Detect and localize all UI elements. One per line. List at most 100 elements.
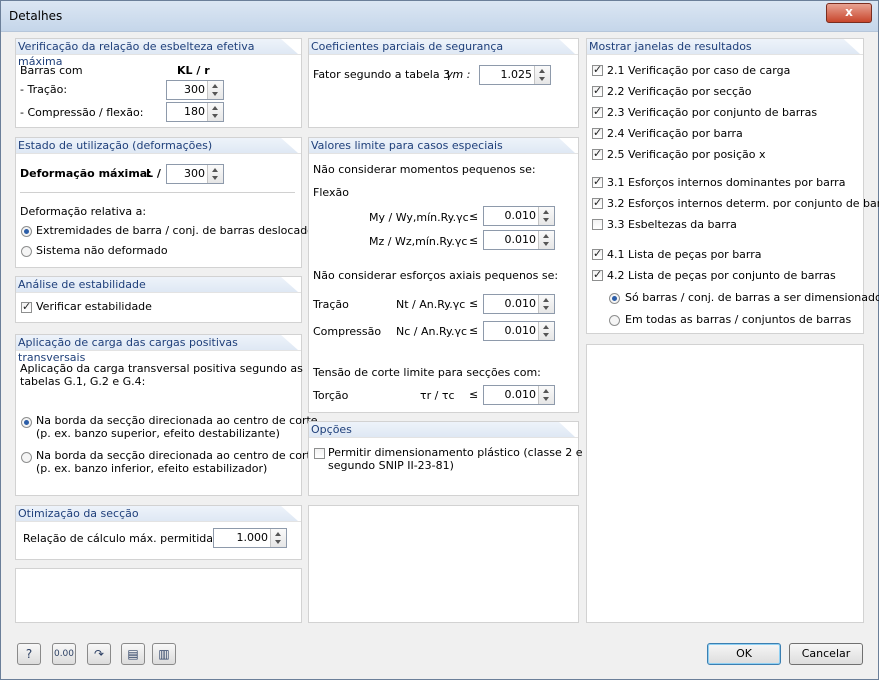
mz-le: ≤ (469, 234, 479, 247)
result-2-3-label[interactable]: 2.3 Verificação por conjunto de barras (607, 106, 817, 119)
max-ratio-label: Relação de cálculo máx. permitida: (23, 532, 217, 545)
my-formula: My / Wy,mín.Ry.γc (369, 211, 469, 224)
result-2-1-checkbox[interactable] (592, 63, 603, 76)
stability-label[interactable]: Verificar estabilidade (36, 300, 152, 313)
plastic-design-label-1[interactable]: Permitir dimensionamento plástico (class… (328, 446, 593, 459)
load-application-header: Aplicação de carga das cargas positivas … (16, 335, 301, 364)
my-limit-input[interactable]: 0.010 (483, 206, 555, 226)
result-2-3-checkbox[interactable] (592, 105, 603, 118)
result-4-1-checkbox[interactable] (592, 247, 603, 260)
nt-formula: Nt / An.Ry.γc (396, 298, 466, 311)
help-icon: ? (25, 647, 33, 661)
stabilizing-label-1[interactable]: Na borda da secção direcionada ao centro… (36, 449, 318, 462)
stabilizing-label-2[interactable]: (p. ex. banzo inferior, efeito estabiliz… (36, 462, 267, 475)
axial-tension-label: Tração (313, 298, 349, 311)
result-2-2-checkbox[interactable] (592, 84, 603, 97)
empty-panel-right (586, 344, 864, 623)
serviceability-header: Estado de utilização (deformações) (16, 138, 301, 154)
tau-formula: τr / τc (420, 389, 455, 402)
reset-defaults-icon: ↷ (93, 647, 105, 661)
slenderness-header: Verificação da relação de esbelteza efet… (16, 39, 301, 68)
safety-factors-group: Coeficientes parciais de segurança Fator… (308, 38, 579, 128)
designed-members-only-radio[interactable] (609, 293, 620, 304)
limit-values-header: Valores limite para casos especiais (309, 138, 578, 154)
ok-button[interactable]: OK (707, 643, 781, 665)
title-bar: Detalhes x (1, 1, 878, 32)
result-4-1-label[interactable]: 4.1 Lista de peças por barra (607, 248, 762, 261)
destabilizing-label-2[interactable]: (p. ex. banzo superior, efeito destabili… (36, 427, 280, 440)
reset-defaults-button[interactable]: ↷ (87, 643, 111, 665)
bending-label: Flexão (313, 186, 349, 199)
displaced-ends-radio[interactable] (21, 226, 32, 237)
undeformed-system-label[interactable]: Sistema não deformado (36, 244, 168, 257)
result-2-5-checkbox[interactable] (592, 147, 603, 160)
save-settings-button[interactable]: ▥ (152, 643, 176, 665)
relative-deformation-label: Deformação relativa a: (20, 205, 147, 218)
shear-limit-label: Tensão de corte limite para secções com: (313, 366, 541, 379)
optimization-group: Otimização da secção Relação de cálculo … (15, 505, 302, 560)
kl-r-label: KL / r (177, 64, 210, 77)
load-application-desc-1: Aplicação da carga transversal positiva … (20, 362, 303, 375)
decimal-places-icon: 0.00 (53, 649, 75, 659)
result-3-1-label[interactable]: 3.1 Esforços internos dominantes por bar… (607, 176, 845, 189)
max-deformation-input[interactable]: 300 (166, 164, 224, 184)
displaced-ends-label[interactable]: Extremidades de barra / conj. de barras … (36, 224, 320, 237)
options-header: Opções (309, 422, 578, 438)
plastic-design-label-2[interactable]: segundo SNIP II-23-81) (328, 459, 454, 472)
result-3-3-checkbox[interactable] (592, 219, 603, 230)
result-4-2-checkbox[interactable] (592, 268, 603, 281)
safety-factors-header: Coeficientes parciais de segurança (309, 39, 578, 55)
cancel-button[interactable]: Cancelar (789, 643, 863, 665)
divider (20, 192, 295, 193)
axial-compression-label: Compressão (313, 325, 382, 338)
compression-slenderness-input[interactable]: 180 (166, 102, 224, 122)
tension-label: - Tração: (20, 83, 68, 96)
plastic-design-checkbox[interactable] (314, 448, 325, 459)
all-members-radio[interactable] (609, 315, 620, 326)
compression-label: - Compressão / flexão: (20, 106, 144, 119)
result-3-2-checkbox[interactable] (592, 196, 603, 209)
tension-slenderness-input[interactable]: 300 (166, 80, 224, 100)
l-label: L / (146, 167, 161, 180)
help-button[interactable]: ? (17, 643, 41, 665)
result-3-2-label[interactable]: 3.2 Esforços internos determ. por conjun… (607, 197, 879, 210)
mz-formula: Mz / Wz,mín.Ry.γc (369, 235, 468, 248)
undeformed-system-radio[interactable] (21, 246, 32, 257)
my-le: ≤ (469, 210, 479, 223)
stabilizing-radio[interactable] (21, 452, 32, 463)
result-2-4-label[interactable]: 2.4 Verificação por barra (607, 127, 743, 140)
mz-limit-input[interactable]: 0.010 (483, 230, 555, 250)
all-members-label[interactable]: Em todas as barras / conjuntos de barras (625, 313, 851, 326)
nt-le: ≤ (469, 297, 479, 310)
factor-label: Fator segundo a tabela 3 (313, 68, 451, 81)
destabilizing-label-1[interactable]: Na borda da secção direcionada ao centro… (36, 414, 318, 427)
result-3-1-checkbox[interactable] (592, 175, 603, 188)
result-2-1-label[interactable]: 2.1 Verificação por caso de carga (607, 64, 790, 77)
nt-limit-input[interactable]: 0.010 (483, 294, 555, 314)
max-ratio-input[interactable]: 1.000 (213, 528, 287, 548)
nc-limit-input[interactable]: 0.010 (483, 321, 555, 341)
load-settings-button[interactable]: ▤ (121, 643, 145, 665)
stability-checkbox[interactable] (21, 300, 32, 313)
result-2-5-label[interactable]: 2.5 Verificação por posição x (607, 148, 766, 161)
decimal-places-button[interactable]: 0.00 (52, 643, 76, 665)
designed-members-only-label[interactable]: Só barras / conj. de barras a ser dimens… (625, 291, 879, 304)
tau-limit-input[interactable]: 0.010 (483, 385, 555, 405)
empty-panel-middle (308, 505, 579, 623)
result-4-2-label[interactable]: 4.2 Lista de peças por conjunto de barra… (607, 269, 836, 282)
close-button[interactable]: x (826, 3, 872, 23)
options-group: Opções Permitir dimensionamento plástico… (308, 421, 593, 496)
load-application-group: Aplicação de carga das cargas positivas … (15, 334, 318, 496)
gamma-m-input[interactable]: 1.025 (479, 65, 551, 85)
result-2-4-checkbox[interactable] (592, 126, 603, 139)
max-deformation-label: Deformação máxima: (20, 167, 152, 180)
gamma-m-label: γm : (446, 68, 471, 81)
destabilizing-radio[interactable] (21, 417, 32, 428)
result-2-2-label[interactable]: 2.2 Verificação por secção (607, 85, 752, 98)
details-dialog: Detalhes x Verificação da relação de esb… (0, 0, 879, 680)
save-settings-icon: ▥ (158, 647, 170, 661)
small-axial-label: Não considerar esforços axiais pequenos … (313, 269, 559, 282)
result-3-3-label[interactable]: 3.3 Esbeltezas da barra (607, 218, 737, 231)
stability-header: Análise de estabilidade (16, 277, 301, 293)
load-application-desc-2: tabelas G.1, G.2 e G.4: (20, 375, 146, 388)
